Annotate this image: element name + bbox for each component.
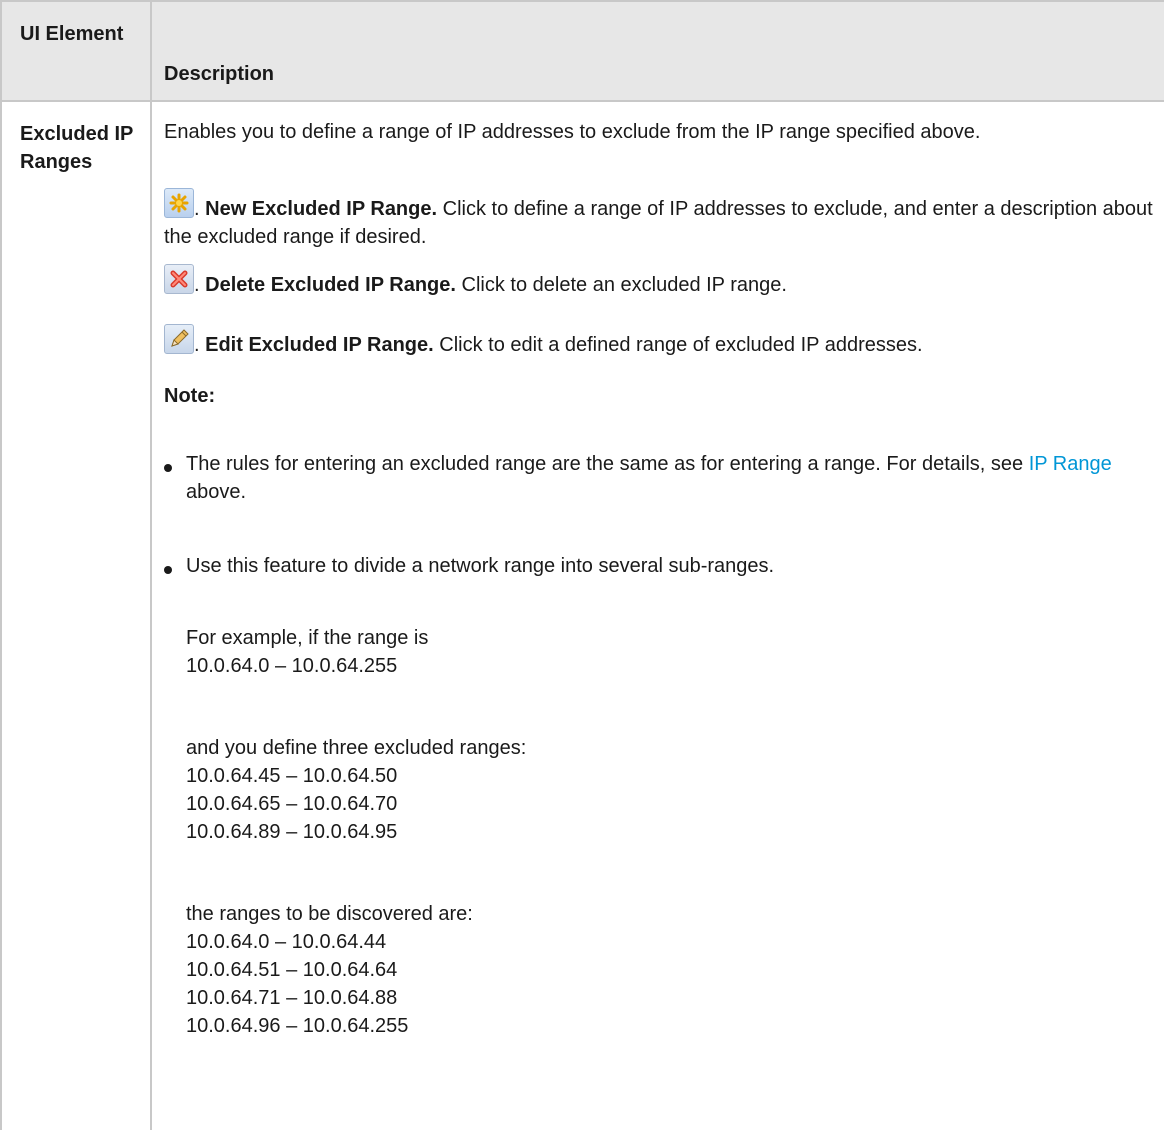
bullet-1-suffix: above. (186, 481, 247, 503)
action-edit-text: Click to edit a defined range of exclude… (439, 334, 923, 356)
action-new-name: New Excluded IP Range. (205, 198, 438, 220)
pencil-edit-icon[interactable] (164, 324, 194, 354)
action-edit-name: Edit Excluded IP Range. (205, 334, 434, 356)
excluded-intro: and you define three excluded ranges: (186, 737, 527, 759)
action-delete: . Delete Excluded IP Range. Click to del… (164, 264, 1154, 299)
new-star-icon[interactable] (164, 188, 194, 218)
excluded-range: 10.0.64.45 – 10.0.64.50 (186, 765, 398, 787)
discovered-range: 10.0.64.96 – 10.0.64.255 (186, 1015, 409, 1037)
excluded-range: 10.0.64.89 – 10.0.64.95 (186, 821, 398, 843)
note-label: Note: (164, 385, 216, 407)
element-name: Excluded IP Ranges (20, 123, 134, 173)
excluded-range: 10.0.64.65 – 10.0.64.70 (186, 793, 398, 815)
example-intro: For example, if the range is (186, 627, 429, 649)
bullet-dot (164, 464, 172, 472)
discovered-intro: the ranges to be discovered are: (186, 903, 473, 925)
action-edit: . Edit Excluded IP Range. Click to edit … (164, 324, 1154, 359)
action-delete-text: Click to delete an excluded IP range. (461, 274, 787, 296)
ui-element-table: UI Element Description Excluded IP Range… (0, 0, 1164, 1130)
ip-range-link[interactable]: IP Range (1029, 453, 1112, 475)
list-item: Use this feature to divide a network ran… (186, 555, 775, 577)
discovered-range: 10.0.64.51 – 10.0.64.64 (186, 959, 398, 981)
table-header: UI Element Description (2, 0, 1164, 102)
delete-x-icon[interactable] (164, 264, 194, 294)
bullet-1-text: The rules for entering an excluded range… (186, 453, 1029, 475)
bullet-dot (164, 566, 172, 574)
list-item: The rules for entering an excluded range… (186, 450, 1154, 506)
action-new: . New Excluded IP Range. Click to define… (164, 188, 1154, 251)
discovered-range: 10.0.64.0 – 10.0.64.44 (186, 931, 387, 953)
discovered-range: 10.0.64.71 – 10.0.64.88 (186, 987, 398, 1009)
column-divider (150, 0, 152, 1130)
header-description: Description (164, 63, 275, 85)
action-delete-name: Delete Excluded IP Range. (205, 274, 456, 296)
header-ui-element: UI Element (20, 23, 124, 45)
intro-text: Enables you to define a range of IP addr… (164, 121, 981, 143)
example-range: 10.0.64.0 – 10.0.64.255 (186, 655, 398, 677)
